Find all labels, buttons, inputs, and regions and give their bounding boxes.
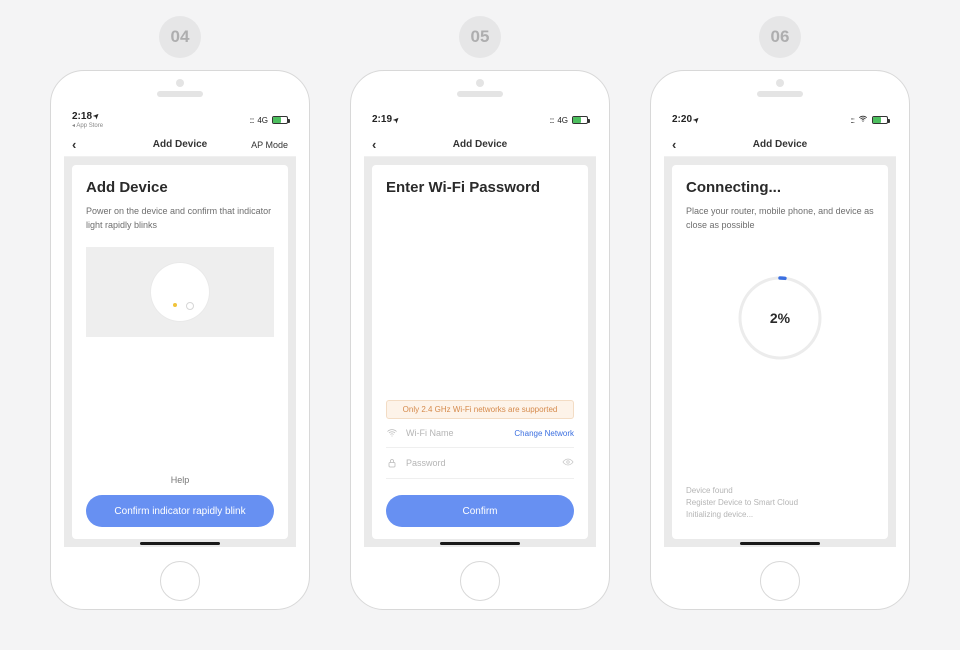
indicator-led-icon bbox=[173, 303, 177, 307]
help-link[interactable]: Help bbox=[86, 475, 274, 485]
card-description: Power on the device and confirm that ind… bbox=[86, 204, 274, 233]
card-description: Place your router, mobile phone, and dev… bbox=[686, 204, 874, 233]
home-button[interactable] bbox=[160, 561, 200, 601]
home-button[interactable] bbox=[460, 561, 500, 601]
earpiece bbox=[157, 91, 203, 97]
back-button[interactable]: ‹ bbox=[372, 138, 376, 151]
power-button-icon bbox=[186, 302, 194, 310]
step-04-column: 04 2:18 ➤ ◂ App Store ::: bbox=[50, 16, 310, 610]
status-time: 2:18 bbox=[72, 112, 92, 122]
battery-icon bbox=[872, 116, 888, 124]
front-camera bbox=[176, 79, 184, 87]
change-network-link[interactable]: Change Network bbox=[514, 429, 574, 438]
wifi-icon bbox=[386, 427, 398, 439]
location-arrow-icon: ➤ bbox=[92, 112, 101, 121]
card-heading: Connecting... bbox=[686, 179, 874, 196]
lock-icon bbox=[386, 457, 398, 469]
smart-plug-icon bbox=[151, 263, 209, 321]
carrier-label: 4G bbox=[557, 116, 568, 125]
screen-06: 2:20 ➤ ::: ‹ Add Device bbox=[664, 107, 896, 547]
phone-frame-05: 2:19 ➤ ::: 4G ‹ Add Device Enter Wi-F bbox=[350, 70, 610, 610]
wifi-name-placeholder: Wi-Fi Name bbox=[406, 428, 506, 438]
step-badge-05: 05 bbox=[459, 16, 501, 58]
password-placeholder: Password bbox=[406, 458, 554, 468]
progress-percent-label: 2% bbox=[735, 273, 825, 363]
status-bar: 2:20 ➤ ::: bbox=[664, 107, 896, 133]
front-camera bbox=[476, 79, 484, 87]
nav-title: Add Device bbox=[153, 139, 207, 150]
confirm-blink-button[interactable]: Confirm indicator rapidly blink bbox=[86, 495, 274, 527]
device-illustration bbox=[86, 247, 274, 337]
content-card: Add Device Power on the device and confi… bbox=[72, 165, 288, 539]
nav-bar: ‹ Add Device bbox=[664, 133, 896, 157]
nav-bar: ‹ Add Device bbox=[364, 133, 596, 157]
home-indicator[interactable] bbox=[740, 542, 820, 545]
connection-status-log: Device found Register Device to Smart Cl… bbox=[686, 485, 798, 527]
home-indicator[interactable] bbox=[140, 542, 220, 545]
step-badge-04: 04 bbox=[159, 16, 201, 58]
screen-04: 2:18 ➤ ◂ App Store ::: 4G ‹ Add Device bbox=[64, 107, 296, 547]
confirm-wifi-button[interactable]: Confirm bbox=[386, 495, 574, 527]
step-05-column: 05 2:19 ➤ ::: 4G bbox=[350, 16, 610, 610]
signal-icon: ::: bbox=[250, 116, 254, 125]
home-indicator[interactable] bbox=[440, 542, 520, 545]
phone-frame-06: 2:20 ➤ ::: ‹ Add Device bbox=[650, 70, 910, 610]
card-heading: Enter Wi-Fi Password bbox=[386, 179, 574, 196]
step-06-column: 06 2:20 ➤ ::: bbox=[650, 16, 910, 610]
back-button[interactable]: ‹ bbox=[72, 138, 76, 151]
home-button[interactable] bbox=[760, 561, 800, 601]
status-bar: 2:18 ➤ ◂ App Store ::: 4G bbox=[64, 107, 296, 133]
wifi-warning-banner: Only 2.4 GHz Wi-Fi networks are supporte… bbox=[386, 400, 574, 419]
status-bar: 2:19 ➤ ::: 4G bbox=[364, 107, 596, 133]
front-camera bbox=[776, 79, 784, 87]
progress-ring: 2% bbox=[735, 273, 825, 363]
content-card: Enter Wi-Fi Password Only 2.4 GHz Wi-Fi … bbox=[372, 165, 588, 539]
wifi-name-field[interactable]: Wi-Fi Name Change Network bbox=[386, 419, 574, 448]
status-time: 2:20 bbox=[672, 115, 692, 125]
battery-icon bbox=[272, 116, 288, 124]
step-badge-06: 06 bbox=[759, 16, 801, 58]
content-card: Connecting... Place your router, mobile … bbox=[672, 165, 888, 539]
nav-title: Add Device bbox=[753, 139, 807, 150]
signal-icon: ::: bbox=[550, 116, 554, 125]
back-button[interactable]: ‹ bbox=[672, 138, 676, 151]
earpiece bbox=[457, 91, 503, 97]
screen-05: 2:19 ➤ ::: 4G ‹ Add Device Enter Wi-F bbox=[364, 107, 596, 547]
location-arrow-icon: ➤ bbox=[392, 115, 401, 124]
tutorial-stage: 04 2:18 ➤ ◂ App Store ::: bbox=[0, 0, 960, 650]
back-to-appstore[interactable]: ◂ App Store bbox=[72, 123, 103, 129]
battery-icon bbox=[572, 116, 588, 124]
ap-mode-button[interactable]: AP Mode bbox=[251, 140, 288, 150]
card-heading: Add Device bbox=[86, 179, 274, 196]
nav-title: Add Device bbox=[453, 139, 507, 150]
phone-frame-04: 2:18 ➤ ◂ App Store ::: 4G ‹ Add Device bbox=[50, 70, 310, 610]
location-arrow-icon: ➤ bbox=[692, 115, 701, 124]
nav-bar: ‹ Add Device AP Mode bbox=[64, 133, 296, 157]
signal-icon: ::: bbox=[850, 116, 854, 125]
password-field[interactable]: Password bbox=[386, 448, 574, 479]
wifi-status-icon bbox=[858, 114, 868, 126]
status-time: 2:19 bbox=[372, 115, 392, 125]
toggle-password-visibility[interactable] bbox=[562, 456, 574, 470]
carrier-label: 4G bbox=[257, 116, 268, 125]
earpiece bbox=[757, 91, 803, 97]
